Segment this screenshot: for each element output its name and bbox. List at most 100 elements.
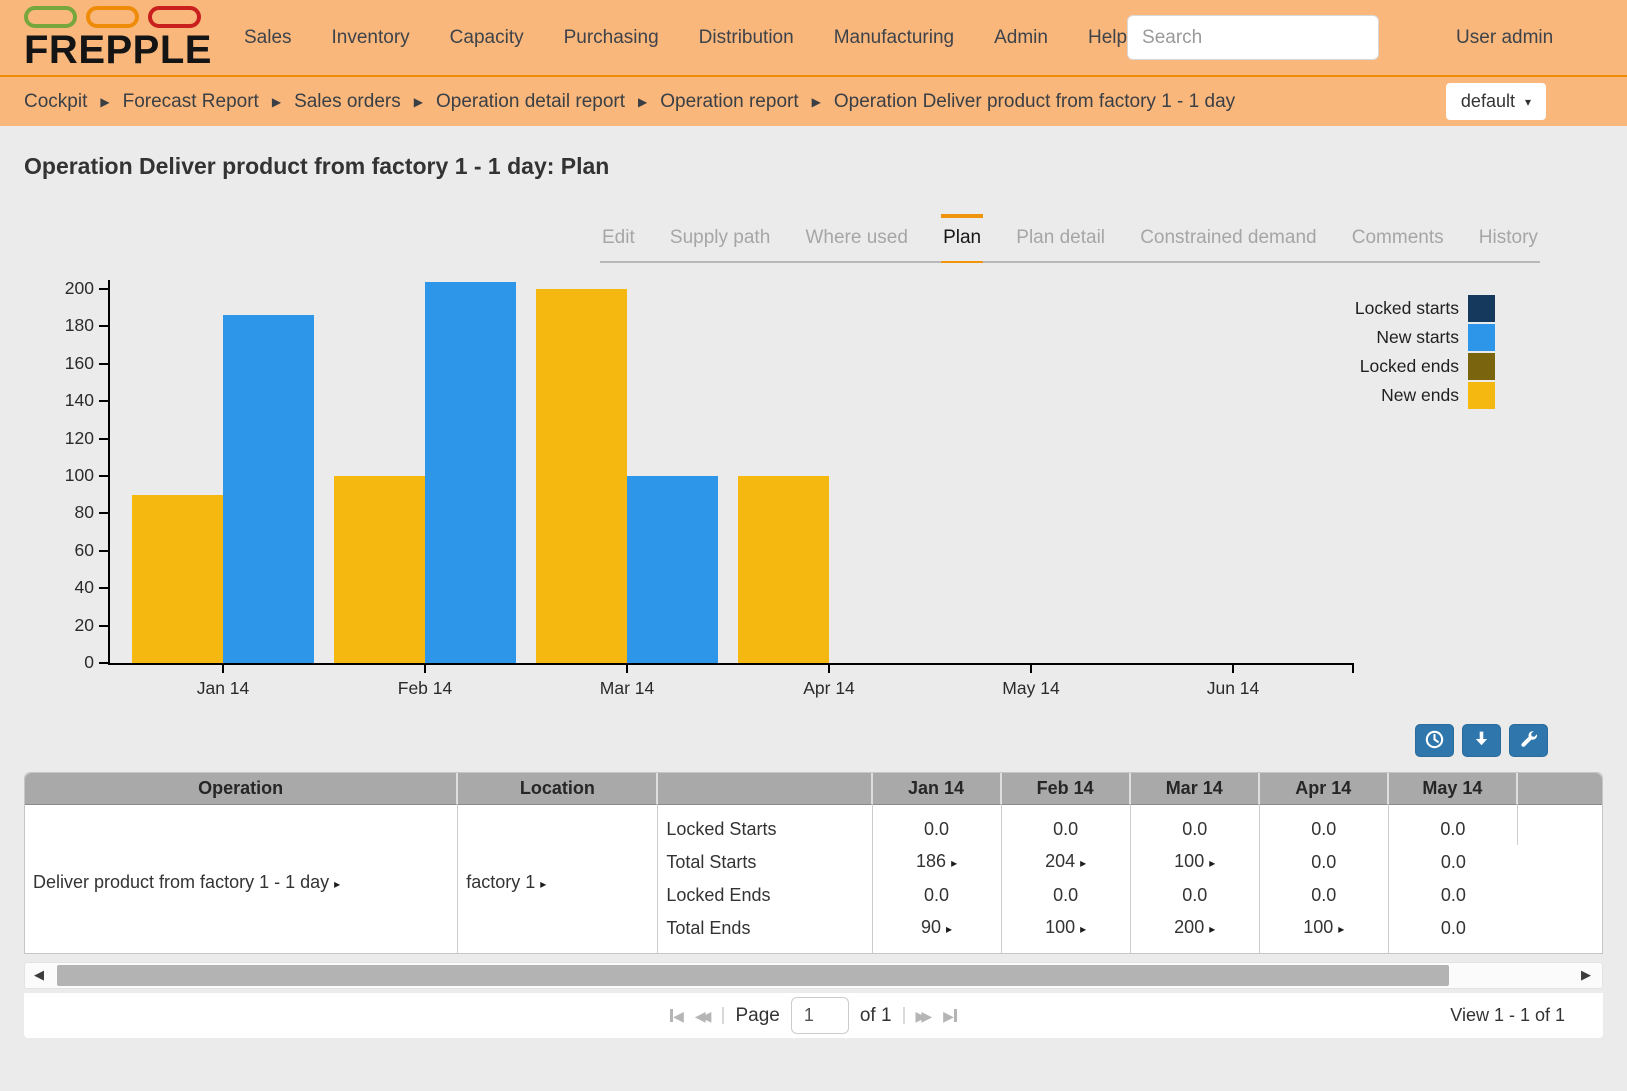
plan-table: Operation Location Jan 14 Feb 14 Mar 14 … xyxy=(24,772,1603,954)
tab-plan-detail[interactable]: Plan detail xyxy=(1014,214,1107,263)
bar-new-starts xyxy=(425,282,516,663)
export-button[interactable] xyxy=(1462,724,1501,757)
column-header-mar-14[interactable]: Mar 14 xyxy=(1131,773,1260,805)
column-header-may-14[interactable]: May 14 xyxy=(1389,773,1518,805)
column-header-location[interactable]: Location xyxy=(458,773,658,805)
breadcrumb-separator-icon: ▶ xyxy=(812,95,821,109)
x-tick xyxy=(222,665,224,673)
pager: ◀ ◀◀ Page of 1 ▶▶ ▶ xyxy=(670,997,957,1034)
nav-menu: Sales Inventory Capacity Purchasing Dist… xyxy=(244,27,1127,49)
tab-edit[interactable]: Edit xyxy=(600,214,637,263)
tab-plan[interactable]: Plan xyxy=(941,214,983,263)
x-tick xyxy=(424,665,426,673)
search-input[interactable] xyxy=(1127,15,1379,60)
breadcrumb-bar: Cockpit ▶ Forecast Report ▶ Sales orders… xyxy=(0,77,1627,126)
breadcrumb-separator-icon: ▶ xyxy=(100,95,109,109)
column-header-apr-14[interactable]: Apr 14 xyxy=(1260,773,1389,805)
metric-value: 0.0 xyxy=(924,885,949,905)
scrollbar-thumb[interactable] xyxy=(57,965,1449,986)
metric-value-cell: 0.0 xyxy=(1131,879,1260,911)
y-tick xyxy=(99,363,108,365)
view-selector-button[interactable]: default ▾ xyxy=(1446,83,1546,120)
y-tick xyxy=(99,438,108,440)
metric-value-cell: 0.0 xyxy=(1131,805,1260,845)
nav-item-purchasing[interactable]: Purchasing xyxy=(564,27,659,49)
column-header-feb-14[interactable]: Feb 14 xyxy=(1002,773,1131,805)
nav-item-manufacturing[interactable]: Manufacturing xyxy=(834,27,954,49)
metric-value: 0.0 xyxy=(1311,819,1336,839)
tab-history[interactable]: History xyxy=(1477,214,1540,263)
chevron-down-icon: ▾ xyxy=(1525,95,1531,109)
metric-value-cell: 100 ▸ xyxy=(1002,911,1131,953)
breadcrumb-sales-orders[interactable]: Sales orders xyxy=(294,91,401,113)
tab-supply-path[interactable]: Supply path xyxy=(668,214,772,263)
drill-down-icon[interactable]: ▸ xyxy=(1080,856,1086,870)
nav-item-capacity[interactable]: Capacity xyxy=(450,27,524,49)
drill-down-icon[interactable]: ▸ xyxy=(946,922,952,936)
y-tick xyxy=(99,550,108,552)
y-tick xyxy=(99,512,108,514)
metric-value: 0.0 xyxy=(1441,852,1466,872)
customize-button[interactable] xyxy=(1509,724,1548,757)
y-tick-label: 140 xyxy=(44,390,94,411)
x-tick-label: Jun 14 xyxy=(1168,678,1298,699)
scroll-right-icon[interactable]: ▶ xyxy=(1581,967,1591,983)
user-menu[interactable]: User admin xyxy=(1456,27,1553,49)
pager-prev-button[interactable]: ◀◀ xyxy=(695,1009,712,1023)
column-header-jan-14[interactable]: Jan 14 xyxy=(873,773,1002,805)
bar-new-ends xyxy=(132,495,223,663)
metric-value: 0.0 xyxy=(1182,819,1207,839)
pager-last-button[interactable]: ▶ xyxy=(943,1009,957,1023)
breadcrumb-operation-detail-report[interactable]: Operation detail report xyxy=(436,91,625,113)
metric-value-cell: 90▸ xyxy=(873,911,1002,953)
frepple-logo[interactable]: FREPPLE xyxy=(24,6,212,70)
nav-item-sales[interactable]: Sales xyxy=(244,27,292,49)
scroll-left-icon[interactable]: ◀ xyxy=(34,967,44,983)
page-label: Page xyxy=(735,1005,779,1027)
nav-item-distribution[interactable]: Distribution xyxy=(699,27,794,49)
x-tick-label: May 14 xyxy=(966,678,1096,699)
metric-value: 100 xyxy=(1045,917,1075,937)
legend-swatch xyxy=(1468,324,1495,351)
bar-new-ends xyxy=(334,476,425,663)
drill-down-icon[interactable]: ▸ xyxy=(951,856,957,870)
nav-item-help[interactable]: Help xyxy=(1088,27,1127,49)
operation-label: Deliver product from factory 1 - 1 day xyxy=(33,872,329,892)
x-tick-label: Jan 14 xyxy=(158,678,288,699)
operation-drilldown-icon[interactable]: ▸ xyxy=(334,877,340,891)
drill-down-icon[interactable]: ▸ xyxy=(1209,922,1215,936)
nav-item-inventory[interactable]: Inventory xyxy=(332,27,410,49)
tab-comments[interactable]: Comments xyxy=(1350,214,1446,263)
drill-down-icon[interactable]: ▸ xyxy=(1209,856,1215,870)
chart-legend: Locked startsNew startsLocked endsNew en… xyxy=(1355,295,1495,411)
metric-value-cell: 0.0 xyxy=(1002,805,1131,845)
breadcrumb-cockpit[interactable]: Cockpit xyxy=(24,91,87,113)
tab-constrained-demand[interactable]: Constrained demand xyxy=(1138,214,1318,263)
location-cell: factory 1▸ xyxy=(458,805,658,953)
wrench-icon xyxy=(1519,729,1539,752)
time-buckets-button[interactable] xyxy=(1415,724,1454,757)
drill-down-icon[interactable]: ▸ xyxy=(1338,922,1344,936)
x-tick xyxy=(1030,665,1032,673)
clock-icon xyxy=(1424,729,1445,753)
metric-value: 0.0 xyxy=(1311,885,1336,905)
breadcrumb-current[interactable]: Operation Deliver product from factory 1… xyxy=(834,91,1235,113)
drill-down-icon[interactable]: ▸ xyxy=(1080,922,1086,936)
metric-value-cell: 0.0 xyxy=(1260,805,1389,845)
page-input[interactable] xyxy=(791,997,849,1034)
metric-value-cell: 186▸ xyxy=(873,845,1002,879)
breadcrumb-operation-report[interactable]: Operation report xyxy=(660,91,798,113)
logo-pills xyxy=(24,6,212,28)
nav-item-admin[interactable]: Admin xyxy=(994,27,1048,49)
pagination-bar: ◀ ◀◀ Page of 1 ▶▶ ▶ View 1 - 1 of 1 xyxy=(24,993,1603,1038)
y-tick-label: 20 xyxy=(44,615,94,636)
tab-where-used[interactable]: Where used xyxy=(803,214,909,263)
breadcrumb-forecast-report[interactable]: Forecast Report xyxy=(123,91,259,113)
metric-value-cell: 0.0 xyxy=(1260,845,1389,879)
metric-value: 100 xyxy=(1174,851,1204,871)
pager-first-button[interactable]: ◀ xyxy=(670,1009,684,1023)
pager-next-button[interactable]: ▶▶ xyxy=(916,1009,933,1023)
location-drilldown-icon[interactable]: ▸ xyxy=(540,877,546,891)
y-tick-label: 180 xyxy=(44,315,94,336)
column-header-operation[interactable]: Operation xyxy=(25,773,458,805)
